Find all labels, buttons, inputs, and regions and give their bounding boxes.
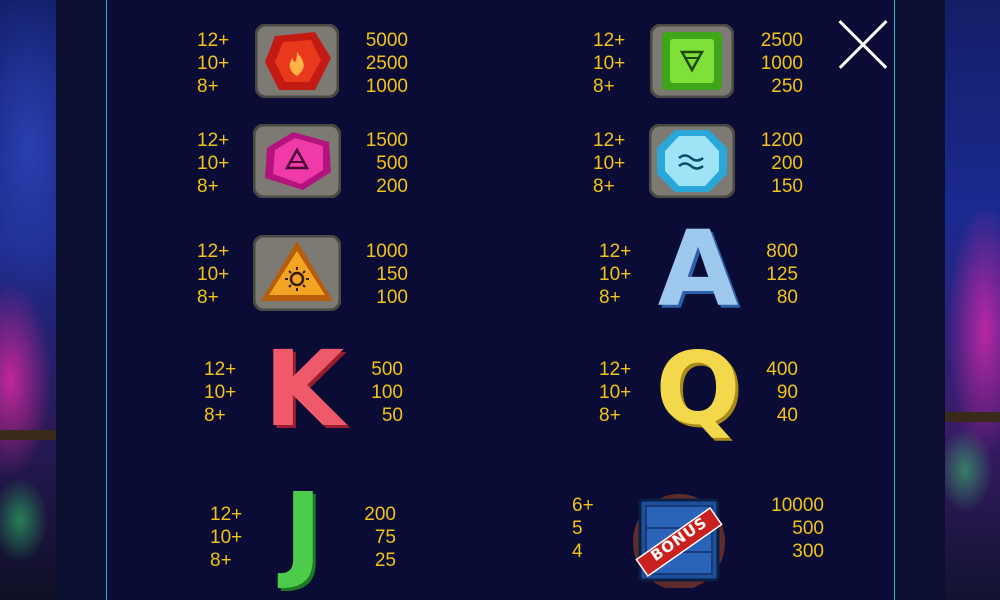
multiplier-value: 12+ (210, 504, 243, 525)
payout-value: 250 (771, 76, 803, 97)
multiplier-value: 8+ (593, 176, 615, 197)
pink-air-gem-icon (253, 124, 341, 198)
multiplier-value: 10+ (204, 382, 237, 403)
payout-value: 25 (374, 550, 396, 571)
payout-column: 5000 2500 1000 (352, 29, 408, 98)
payout-value: 2500 (365, 53, 408, 74)
green-earth-gem-icon (650, 24, 734, 98)
multiplier-value: 12+ (593, 30, 626, 51)
payout-value: 150 (376, 264, 408, 285)
background-art-right (945, 0, 1000, 600)
multiplier-column: 12+ 10+ 8+ (599, 358, 631, 427)
multiplier-value: 12+ (197, 130, 230, 151)
payout-column: 800 125 80 (742, 240, 798, 309)
payout-value: 300 (792, 541, 824, 562)
payout-value: 200 (376, 176, 408, 197)
multiplier-value: 12+ (593, 130, 626, 151)
red-fire-gem-icon (255, 24, 339, 98)
payout-value: 1000 (365, 241, 408, 262)
red-letter-k-icon: K (263, 328, 345, 450)
wooden-rail (0, 430, 56, 440)
payout-value: 1000 (760, 53, 803, 74)
multiplier-value: 8+ (599, 287, 621, 308)
payout-value: 1200 (760, 130, 803, 151)
multiplier-value: 10+ (593, 153, 626, 174)
payout-value: 40 (776, 405, 798, 426)
gold-letter-q-icon: Q (655, 330, 741, 447)
payout-value: 100 (376, 287, 408, 308)
multiplier-value: 8+ (204, 405, 226, 426)
panel-border-right (894, 0, 945, 600)
payout-column: 1000 150 100 (352, 240, 408, 309)
payout-value: 80 (776, 287, 798, 308)
multiplier-value: 8+ (197, 76, 219, 97)
payout-column: 500 100 50 (347, 358, 403, 427)
multiplier-value: 10+ (197, 53, 230, 74)
payout-value: 125 (766, 264, 798, 285)
multiplier-value: 12+ (599, 359, 632, 380)
multiplier-column: 12+ 10+ 8+ (197, 240, 229, 309)
multiplier-column: 6+ 5 4 (572, 494, 594, 563)
payout-value: 100 (371, 382, 403, 403)
multiplier-value: 12+ (197, 241, 230, 262)
payout-value: 500 (371, 359, 403, 380)
orange-sun-gem-icon (253, 235, 341, 311)
payout-value: 90 (776, 382, 798, 403)
payout-value: 200 (771, 153, 803, 174)
multiplier-value: 12+ (599, 241, 632, 262)
payout-value: 2500 (760, 30, 803, 51)
green-letter-j-icon: J (283, 470, 323, 592)
payout-value: 50 (381, 405, 403, 426)
multiplier-value: 4 (572, 541, 583, 562)
multiplier-value: 10+ (593, 53, 626, 74)
multiplier-value: 8+ (197, 176, 219, 197)
payout-value: 800 (766, 241, 798, 262)
multiplier-column: 12+ 10+ 8+ (197, 129, 229, 198)
payout-column: 400 90 40 (742, 358, 798, 427)
payout-value: 10000 (771, 495, 824, 516)
payout-value: 200 (364, 504, 396, 525)
payout-value: 500 (792, 518, 824, 539)
multiplier-value: 10+ (197, 153, 230, 174)
multiplier-value: 5 (572, 518, 583, 539)
multiplier-column: 12+ 10+ 8+ (593, 129, 625, 198)
multiplier-value: 8+ (599, 405, 621, 426)
payout-column: 2500 1000 250 (747, 29, 803, 98)
multiplier-value: 12+ (197, 30, 230, 51)
panel-border-left (56, 0, 107, 600)
multiplier-value: 10+ (599, 382, 632, 403)
wooden-rail (945, 412, 1000, 422)
multiplier-column: 12+ 10+ 8+ (204, 358, 236, 427)
multiplier-value: 8+ (210, 550, 232, 571)
payout-column: 10000 500 300 (758, 494, 824, 563)
payout-value: 400 (766, 359, 798, 380)
ice-letter-a-icon: A (657, 208, 739, 330)
payout-value: 5000 (365, 30, 408, 51)
close-button[interactable] (838, 19, 888, 69)
multiplier-value: 10+ (197, 264, 230, 285)
payout-value: 1000 (365, 76, 408, 97)
multiplier-column: 12+ 10+ 8+ (210, 503, 242, 572)
payout-column: 1200 200 150 (747, 129, 803, 198)
multiplier-column: 12+ 10+ 8+ (197, 29, 229, 98)
blue-water-gem-icon (649, 124, 735, 198)
background-art-left (0, 0, 56, 600)
payout-value: 1500 (365, 130, 408, 151)
multiplier-column: 12+ 10+ 8+ (593, 29, 625, 98)
multiplier-column: 12+ 10+ 8+ (599, 240, 631, 309)
multiplier-value: 10+ (210, 527, 243, 548)
multiplier-value: 10+ (599, 264, 632, 285)
payout-value: 500 (376, 153, 408, 174)
payout-value: 150 (771, 176, 803, 197)
multiplier-value: 8+ (593, 76, 615, 97)
payout-value: 75 (374, 527, 396, 548)
payout-column: 200 75 25 (340, 503, 396, 572)
payout-column: 1500 500 200 (352, 129, 408, 198)
bonus-crate-icon: BONUS (632, 488, 726, 588)
multiplier-value: 12+ (204, 359, 237, 380)
multiplier-value: 6+ (572, 495, 594, 516)
multiplier-value: 8+ (197, 287, 219, 308)
